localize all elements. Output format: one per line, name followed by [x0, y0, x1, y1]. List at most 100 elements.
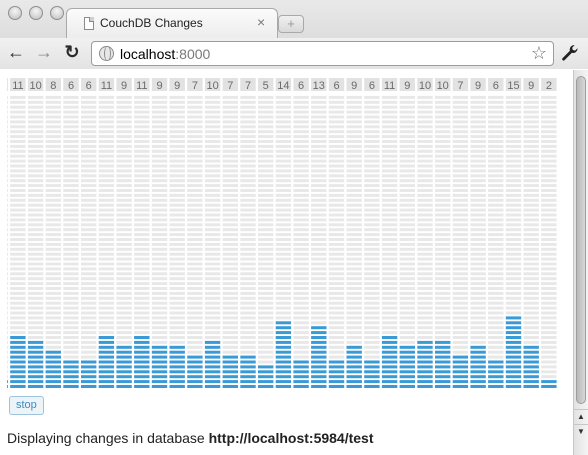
bar-segment — [505, 326, 522, 330]
bar-segment — [381, 380, 398, 384]
empty-slot — [134, 257, 150, 261]
empty-slot — [27, 238, 44, 241]
bar-segment — [27, 360, 44, 364]
empty-slot — [541, 233, 557, 237]
empty-slot — [27, 282, 44, 286]
back-arrow-icon[interactable]: ← — [5, 42, 27, 64]
forward-arrow-icon[interactable]: → — [33, 42, 55, 64]
empty-slot — [187, 189, 203, 192]
empty-slot — [187, 321, 203, 325]
bar-segment — [240, 365, 256, 369]
bar-segment — [346, 355, 362, 359]
empty-slot — [293, 115, 309, 119]
empty-slot — [505, 189, 522, 192]
empty-slot — [364, 100, 380, 104]
empty-slot — [399, 218, 415, 222]
empty-slot — [328, 316, 345, 320]
tab-couchdb-changes[interactable]: CouchDB Changes × — [66, 8, 278, 38]
empty-slot — [134, 238, 150, 241]
wrench-icon[interactable] — [561, 44, 579, 62]
empty-slot — [541, 174, 557, 178]
empty-slot — [134, 282, 150, 286]
bar-segment — [523, 385, 539, 388]
empty-slot — [541, 287, 557, 290]
empty-slot — [63, 257, 79, 261]
empty-slot — [45, 115, 61, 119]
empty-slot — [7, 169, 8, 173]
column-count-label: 10 — [206, 80, 218, 92]
zoom-window-button[interactable] — [50, 6, 64, 20]
empty-slot — [116, 218, 132, 222]
bar-segment — [10, 336, 26, 339]
empty-slot — [505, 159, 522, 163]
empty-slot — [134, 326, 150, 330]
empty-slot — [98, 311, 115, 315]
column-count-label: 8 — [50, 80, 56, 92]
empty-slot — [240, 301, 256, 305]
empty-slot — [27, 228, 44, 232]
empty-slot — [240, 179, 256, 183]
empty-slot — [346, 223, 362, 227]
empty-slot — [258, 149, 274, 153]
empty-slot — [222, 189, 238, 192]
empty-slot — [222, 262, 238, 266]
empty-slot — [98, 164, 115, 168]
empty-slot — [7, 164, 8, 168]
bar-segment — [27, 370, 44, 374]
empty-slot — [98, 267, 115, 271]
empty-slot — [311, 95, 327, 99]
empty-slot — [222, 174, 238, 178]
empty-slot — [328, 213, 345, 217]
empty-slot — [364, 291, 380, 295]
minimize-window-button[interactable] — [29, 6, 43, 20]
empty-slot — [187, 203, 203, 207]
empty-slot — [470, 267, 486, 271]
bar-segment — [240, 375, 256, 379]
empty-slot — [328, 164, 345, 168]
reload-icon[interactable]: ↻ — [61, 42, 83, 64]
empty-slot — [541, 100, 557, 104]
empty-slot — [488, 247, 504, 251]
empty-slot — [311, 130, 327, 134]
empty-slot — [488, 326, 504, 330]
empty-slot — [417, 120, 433, 124]
close-window-button[interactable] — [8, 6, 22, 20]
empty-slot — [293, 301, 309, 305]
empty-slot — [381, 242, 398, 246]
empty-slot — [134, 184, 150, 188]
empty-slot — [523, 218, 539, 222]
empty-slot — [541, 105, 557, 109]
bar-segment — [452, 370, 469, 374]
empty-slot — [222, 306, 238, 310]
empty-slot — [311, 238, 327, 241]
bar-segment — [399, 365, 415, 369]
empty-slot — [505, 100, 522, 104]
address-bar[interactable]: localhost:8000 ☆ — [91, 41, 554, 66]
scroll-up-arrow-icon[interactable]: ▲ — [574, 409, 588, 423]
empty-slot — [134, 140, 150, 143]
empty-slot — [240, 149, 256, 153]
empty-slot — [204, 159, 221, 163]
tab-close-icon[interactable]: × — [257, 14, 265, 30]
empty-slot — [63, 120, 79, 124]
empty-slot — [435, 233, 451, 237]
empty-slot — [116, 213, 132, 217]
empty-slot — [541, 291, 557, 295]
bar-segment — [258, 375, 274, 379]
scroll-thumb[interactable] — [576, 76, 586, 404]
bookmark-star-icon[interactable]: ☆ — [531, 43, 547, 64]
empty-slot — [311, 228, 327, 232]
empty-slot — [541, 252, 557, 256]
empty-slot — [187, 95, 203, 99]
empty-slot — [45, 247, 61, 251]
new-tab-button[interactable]: + — [278, 15, 304, 33]
empty-slot — [81, 135, 97, 139]
stop-button[interactable]: stop — [9, 396, 44, 415]
empty-slot — [169, 149, 185, 153]
vertical-scrollbar[interactable]: ▲ ▼ — [573, 70, 588, 455]
empty-slot — [488, 272, 504, 276]
empty-slot — [275, 125, 292, 129]
scroll-down-arrow-icon[interactable]: ▼ — [574, 424, 588, 438]
bar-segment — [275, 345, 292, 349]
empty-slot — [63, 125, 79, 129]
